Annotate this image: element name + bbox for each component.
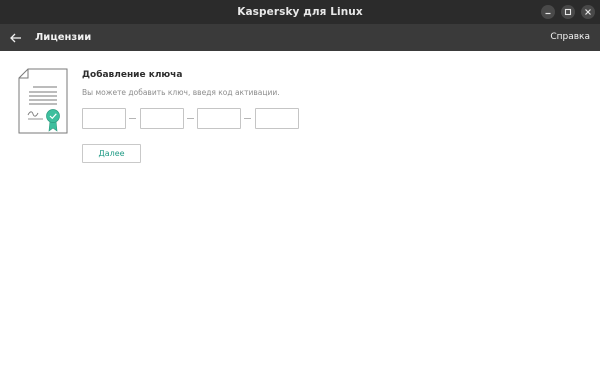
add-key-title: Добавление ключа — [82, 70, 183, 80]
minimize-button[interactable] — [541, 5, 555, 19]
arrow-left-icon — [10, 33, 21, 43]
next-button[interactable]: Далее — [82, 144, 141, 163]
app-header: Лицензии Справка — [0, 24, 600, 51]
maximize-button[interactable] — [561, 5, 575, 19]
add-key-hint: Вы можете добавить ключ, введя код актив… — [82, 88, 280, 97]
page-title: Лицензии — [35, 32, 92, 43]
activation-code-field-4[interactable] — [255, 108, 299, 129]
activation-code-field-1[interactable] — [82, 108, 126, 129]
help-link[interactable]: Справка — [550, 24, 590, 51]
window-titlebar[interactable]: Kaspersky для Linux — [0, 0, 600, 24]
field-separator — [244, 118, 251, 119]
minimize-icon — [545, 12, 551, 15]
app-window: Kaspersky для Linux Лицензии Справка Доб… — [0, 0, 600, 380]
close-icon — [585, 9, 591, 15]
field-separator — [129, 118, 136, 119]
activation-code-field-3[interactable] — [197, 108, 241, 129]
close-button[interactable] — [581, 5, 595, 19]
maximize-icon — [564, 8, 572, 16]
license-document-icon — [18, 68, 68, 134]
main-content: Добавление ключа Вы можете добавить ключ… — [0, 51, 600, 380]
back-button[interactable] — [8, 30, 24, 46]
activation-code-field-2[interactable] — [140, 108, 184, 129]
window-title: Kaspersky для Linux — [237, 6, 363, 18]
field-separator — [187, 118, 194, 119]
